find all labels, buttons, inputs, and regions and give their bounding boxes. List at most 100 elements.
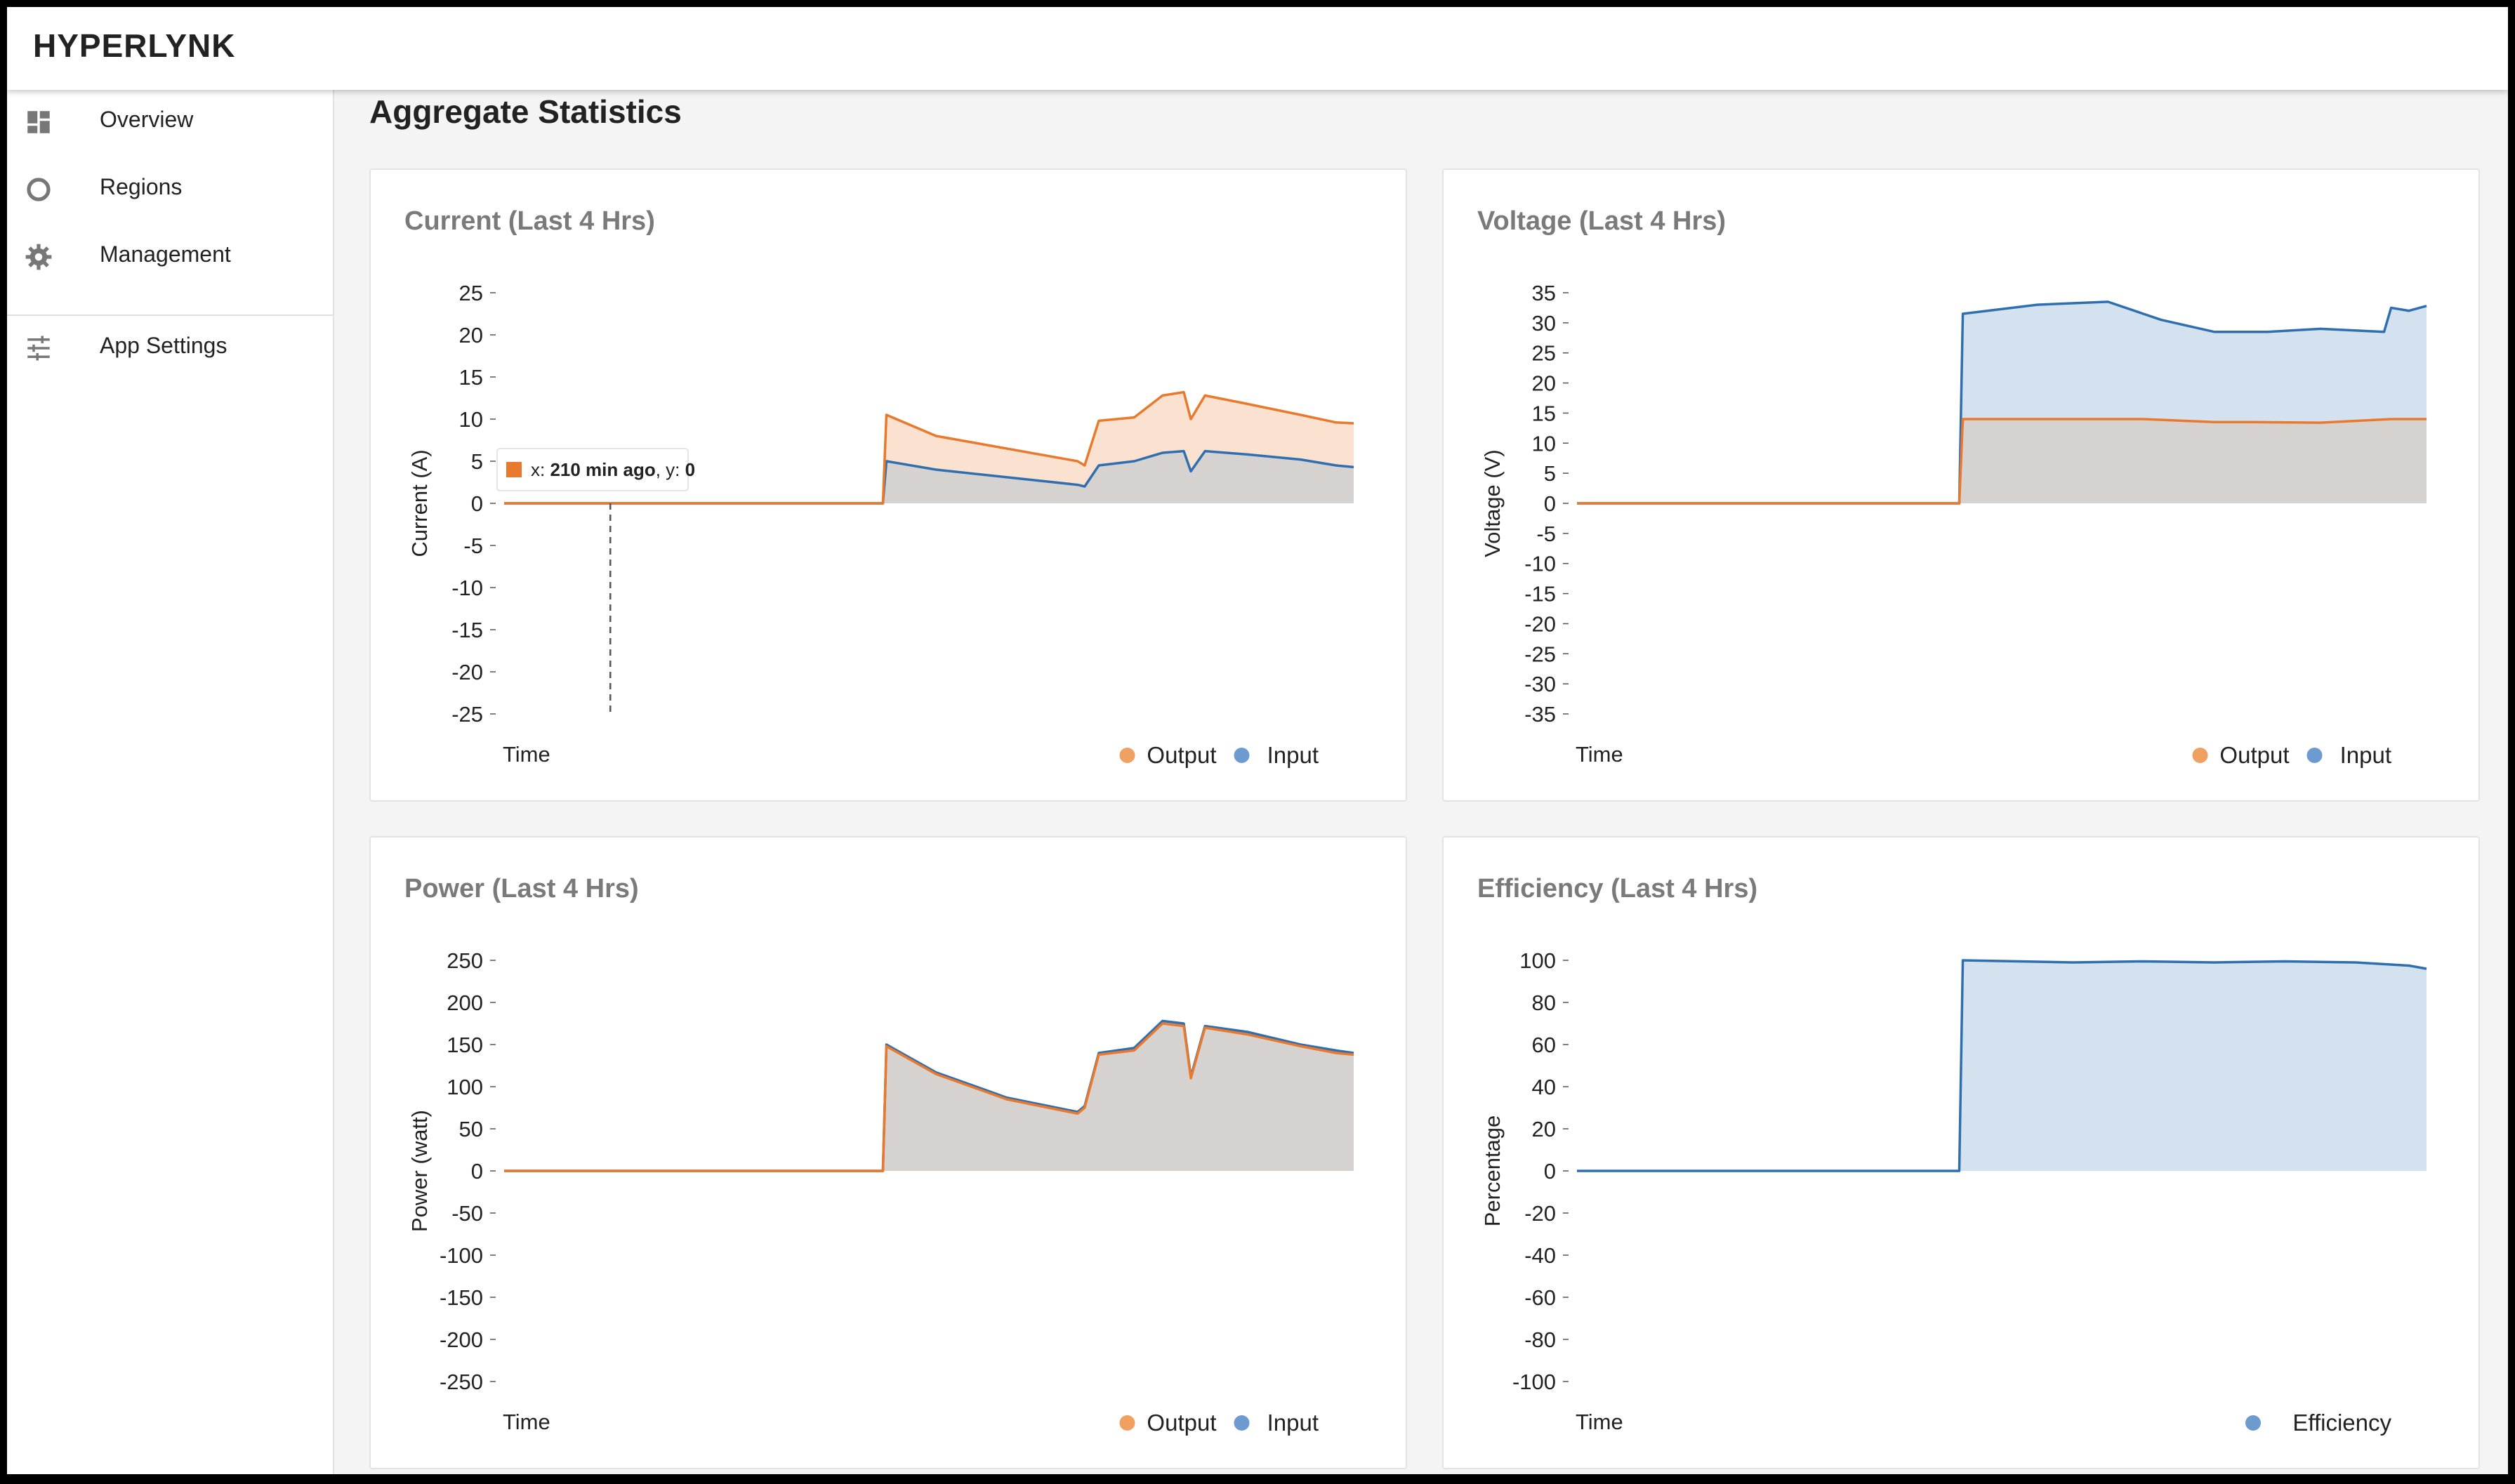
y-tick-label: -150 <box>440 1285 483 1310</box>
y-tick-label: -80 <box>1524 1327 1556 1352</box>
y-tick-label: -20 <box>1524 1201 1556 1226</box>
x-axis-title: Time <box>503 742 550 767</box>
y-tick-label: 5 <box>1544 461 1556 486</box>
y-tick-label: 10 <box>459 407 483 432</box>
legend-marker-output[interactable] <box>1119 748 1135 763</box>
tooltip-swatch <box>506 462 522 477</box>
power-chart-panel: Power (Last 4 Hrs) 250 200 150 100 50 0 -50 -10… <box>369 836 1407 1469</box>
tooltip-y-prefix: , y: <box>656 459 685 480</box>
current-chart[interactable]: 25 20 15 10 5 0 -5 -10 -15 -20 -25 Current (A) Time I… <box>371 170 1408 802</box>
legend-label-input: Input <box>1267 742 1319 768</box>
y-tick-label: -60 <box>1524 1285 1556 1310</box>
y-tick-label: 35 <box>1532 281 1556 305</box>
sidebar-item-label: App Settings <box>100 333 227 358</box>
chart-tooltip: x: 210 min ago, y: 0 <box>496 448 695 491</box>
efficiency-chart-panel: Efficiency (Last 4 Hrs) 100 80 60 40 20 0 -20-… <box>1442 836 2480 1469</box>
tooltip-x-value: 210 min ago <box>550 459 655 480</box>
efficiency-chart[interactable]: 100 80 60 40 20 0 -20 -40 -60 -80 -100 Percentage Ti… <box>1444 837 2481 1469</box>
y-tick-label: 25 <box>459 281 483 305</box>
y-tick-label: 60 <box>1532 1033 1556 1057</box>
gear-icon <box>25 244 52 270</box>
sidebar-item-label: Regions <box>100 174 183 199</box>
sidebar: Overview Regions Management App Settings <box>7 90 334 1474</box>
y-tick-label: -35 <box>1524 702 1556 727</box>
legend-marker-input[interactable] <box>2306 748 2323 763</box>
series-area-efficiency <box>1577 960 2427 1171</box>
sliders-icon <box>27 336 50 361</box>
y-tick-label: -15 <box>1524 582 1556 607</box>
legend-marker-output[interactable] <box>2192 748 2208 763</box>
sidebar-item-regions[interactable]: Regions <box>7 157 333 220</box>
sidebar-item-overview[interactable]: Overview <box>7 90 333 153</box>
legend-label-output: Output <box>1147 1410 1216 1436</box>
x-axis-title: Time <box>503 1410 550 1434</box>
y-tick-label: 0 <box>1544 1159 1556 1184</box>
y-tick-label: -10 <box>1524 552 1556 576</box>
y-tick-label: 15 <box>1532 401 1556 425</box>
y-tick-label: -100 <box>1512 1370 1556 1394</box>
legend-marker-input[interactable] <box>1234 1415 1250 1431</box>
legend-label-efficiency: Efficiency <box>2292 1410 2391 1436</box>
legend-marker-efficiency[interactable] <box>2245 1415 2261 1431</box>
legend-marker-input[interactable] <box>1234 748 1250 763</box>
y-tick-label: 80 <box>1532 991 1556 1015</box>
y-tick-label: -250 <box>440 1370 483 1394</box>
y-tick-label: -5 <box>463 534 483 558</box>
voltage-chart[interactable]: 35 30 25 20 15 10 5 0 -5 -10 -15 -20 -25 -30 -35Voltag… <box>1444 170 2481 802</box>
legend-label-input: Input <box>1267 1410 1319 1436</box>
y-tick-label: -25 <box>451 702 483 727</box>
y-axis-title: Current (A) <box>407 449 432 557</box>
y-tick-label: -50 <box>451 1201 483 1226</box>
sidebar-item-management[interactable]: Management <box>7 225 333 288</box>
sidebar-item-label: Overview <box>100 107 194 132</box>
tooltip-y-value: 0 <box>685 459 695 480</box>
y-tick-label: 100 <box>1519 948 1556 973</box>
y-tick-label: 0 <box>471 1159 483 1184</box>
brand-logo-text[interactable]: HYPERLYNK <box>33 27 235 65</box>
y-tick-label: -25 <box>1524 642 1556 666</box>
y-tick-label: -10 <box>451 576 483 600</box>
sidebar-item-app-settings[interactable]: App Settings <box>7 316 333 379</box>
tooltip-prefix: x: <box>531 459 550 480</box>
y-tick-label: 10 <box>1532 431 1556 456</box>
legend-label-input: Input <box>2340 742 2391 768</box>
legend-label-output: Output <box>1147 742 1216 768</box>
y-axis-title: Power (watt) <box>407 1110 432 1232</box>
y-tick-label: 40 <box>1532 1075 1556 1099</box>
y-tick-label: -200 <box>440 1327 483 1352</box>
y-tick-label: -20 <box>451 660 483 684</box>
y-tick-label: 25 <box>1532 341 1556 366</box>
top-app-bar: HYPERLYNK <box>7 7 2508 90</box>
y-tick-label: 20 <box>1532 371 1556 396</box>
y-tick-label: 200 <box>447 991 483 1015</box>
x-axis-title: Time <box>1576 1410 1623 1434</box>
y-tick-label: 20 <box>459 323 483 347</box>
y-tick-label: 5 <box>471 449 483 474</box>
page-title: Aggregate Statistics <box>369 93 682 130</box>
series-area-output <box>504 1023 1354 1171</box>
y-tick-label: -30 <box>1524 672 1556 696</box>
power-chart[interactable]: 250200150100500-50-100-150-200-250Power … <box>371 837 1408 1469</box>
current-chart-panel: Current (Last 4 Hrs) 25 20 15 10 5 0 -5 -10 -15-… <box>369 168 1407 802</box>
y-tick-label: 50 <box>459 1117 483 1141</box>
legend-label-output: Output <box>2219 742 2289 768</box>
dashboard-icon <box>27 111 50 133</box>
series-area-output <box>1577 419 2427 503</box>
y-tick-label: 15 <box>459 365 483 390</box>
legend-marker-output[interactable] <box>1119 1415 1135 1431</box>
y-tick-label: -20 <box>1524 611 1556 636</box>
y-tick-label: -5 <box>1536 522 1556 546</box>
app-window: HYPERLYNK Overview Regions Management Ap… <box>7 7 2508 1474</box>
x-axis-title: Time <box>1576 742 1623 767</box>
y-tick-label: 0 <box>1544 491 1556 516</box>
y-tick-label: -40 <box>1524 1243 1556 1268</box>
y-tick-label: 250 <box>447 948 483 973</box>
tooltip-text: x: 210 min ago, y: 0 <box>531 459 695 480</box>
y-tick-label: 150 <box>447 1033 483 1057</box>
y-axis-title: Percentage <box>1480 1115 1505 1227</box>
y-tick-label: -100 <box>440 1243 483 1268</box>
voltage-chart-panel: Voltage (Last 4 Hrs) 35 30 25 20 15 10 5 0 -5 -10… <box>1442 168 2480 802</box>
y-tick-label: 30 <box>1532 311 1556 336</box>
y-tick-label: 0 <box>471 491 483 516</box>
sidebar-item-label: Management <box>100 241 231 267</box>
